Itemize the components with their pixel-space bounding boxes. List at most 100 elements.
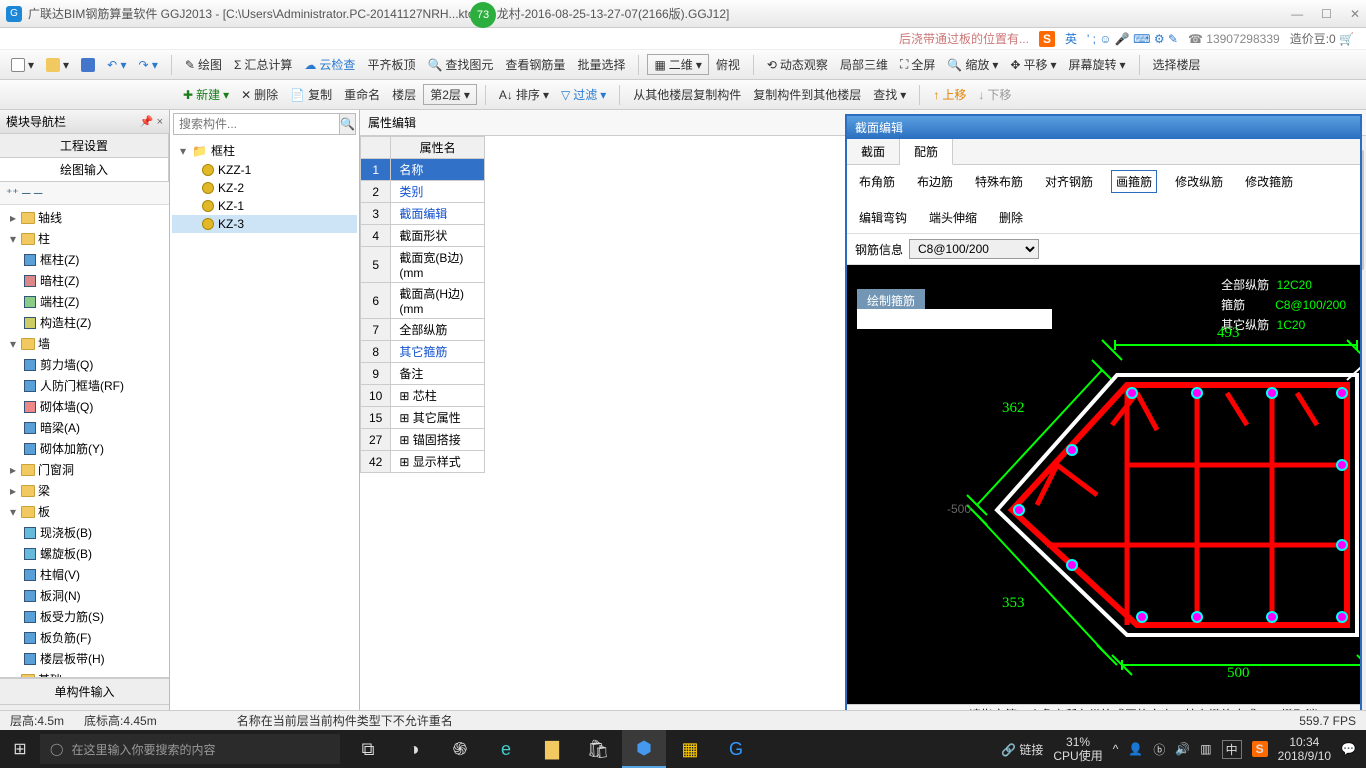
filter-button[interactable]: ▽ 过滤 ▾: [556, 84, 611, 105]
maximize-button[interactable]: ☐: [1321, 7, 1332, 21]
find-button[interactable]: 查找 ▾: [868, 84, 911, 105]
property-row[interactable]: 5截面宽(B边)(mm: [361, 247, 485, 283]
explorer-icon[interactable]: ▇: [530, 730, 574, 768]
dynamic-view-button[interactable]: ⟲ 动态观察: [762, 54, 833, 75]
tray-up-icon[interactable]: ^: [1113, 742, 1119, 756]
search-button[interactable]: 🔍: [339, 114, 355, 134]
property-row[interactable]: 2类别: [361, 181, 485, 203]
tree-item[interactable]: 板负筋(F): [0, 627, 169, 648]
close-button[interactable]: ✕: [1350, 7, 1360, 21]
property-row[interactable]: 7全部纵筋: [361, 319, 485, 341]
view-mode-select[interactable]: ▦ 二维 ▾: [647, 54, 708, 75]
component-item-selected[interactable]: KZ-3: [172, 215, 357, 233]
draw-button[interactable]: ✎ 绘图: [180, 54, 227, 75]
floor-select[interactable]: 第2层 ▾: [423, 84, 477, 105]
fullscreen-button[interactable]: ⛶ 全屏: [895, 54, 940, 75]
tree-item[interactable]: 剪力墙(Q): [0, 354, 169, 375]
rebar-tool-对齐钢筋[interactable]: 对齐钢筋: [1041, 171, 1097, 192]
sum-calc-button[interactable]: Σ 汇总计算: [229, 54, 297, 75]
app-icon-2[interactable]: ֍: [438, 730, 482, 768]
component-root[interactable]: ▾📁 框柱: [172, 140, 357, 161]
tree-item[interactable]: 端柱(Z): [0, 291, 169, 312]
tree-item[interactable]: 螺旋板(B): [0, 543, 169, 564]
property-row[interactable]: 6截面高(H边)(mm: [361, 283, 485, 319]
cloud-check-button[interactable]: ☁ 云检查: [299, 54, 360, 75]
open-file-button[interactable]: ▾: [41, 56, 74, 74]
local-3d-button[interactable]: 局部三维: [835, 54, 893, 75]
minimize-button[interactable]: ―: [1291, 7, 1303, 21]
rebar-tool-布角筋[interactable]: 布角筋: [855, 171, 899, 192]
select-floor-button[interactable]: 选择楼层: [1148, 54, 1206, 75]
tray-ime[interactable]: 中: [1222, 740, 1242, 759]
tree-item[interactable]: 暗梁(A): [0, 417, 169, 438]
sort-button[interactable]: A↓ 排序 ▾: [494, 84, 554, 105]
rename-button[interactable]: 重命名: [339, 84, 385, 105]
tree-group-beam[interactable]: ▸梁: [0, 480, 169, 501]
tray-notifications-icon[interactable]: 💬: [1341, 742, 1356, 756]
tree-group-foundation[interactable]: ▾基础: [0, 669, 169, 677]
tree-item[interactable]: 板受力筋(S): [0, 606, 169, 627]
move-down-button[interactable]: ↓ 下移: [973, 84, 1016, 105]
batch-select-button[interactable]: 批量选择: [572, 54, 630, 75]
tray-battery-icon[interactable]: ▥: [1200, 742, 1211, 756]
find-graph-button[interactable]: 🔍 查找图元: [422, 54, 498, 75]
tree-group-opening[interactable]: ▸门窗洞: [0, 459, 169, 480]
app-icon-1[interactable]: ◑: [392, 730, 436, 768]
component-item[interactable]: KZ-2: [172, 179, 357, 197]
rebar-tool-编辑弯钩[interactable]: 编辑弯钩: [855, 207, 911, 228]
tray-volume-icon[interactable]: 🔊: [1175, 742, 1190, 756]
redo-button[interactable]: ↷ ▾: [133, 56, 162, 74]
pan-button[interactable]: ✥ 平移 ▾: [1005, 54, 1061, 75]
tray-clock[interactable]: 10:342018/9/10: [1278, 735, 1331, 763]
rebar-tool-修改箍筋[interactable]: 修改箍筋: [1241, 171, 1297, 192]
property-row[interactable]: 4截面形状: [361, 225, 485, 247]
tree-item[interactable]: 构造柱(Z): [0, 312, 169, 333]
taskbar-search[interactable]: ◯ 在这里输入你要搜索的内容: [40, 734, 340, 764]
rebar-tool-端头伸缩[interactable]: 端头伸缩: [925, 207, 981, 228]
tab-single-component[interactable]: 单构件输入: [0, 678, 169, 704]
property-row[interactable]: 42⊞ 显示样式: [361, 451, 485, 473]
tab-rebar[interactable]: 配筋: [900, 139, 953, 165]
copy-to-floor-button[interactable]: 复制构件到其他楼层: [748, 84, 866, 105]
tray-sogou-icon[interactable]: S: [1252, 741, 1268, 757]
tree-item[interactable]: 砌体加筋(Y): [0, 438, 169, 459]
tree-group-slab[interactable]: ▾板: [0, 501, 169, 522]
tree-item[interactable]: 楼层板带(H): [0, 648, 169, 669]
view-steel-button[interactable]: 查看钢筋量: [500, 54, 570, 75]
property-row[interactable]: 10⊞ 芯柱: [361, 385, 485, 407]
edge-icon[interactable]: e: [484, 730, 528, 768]
app-g-icon[interactable]: G: [714, 730, 758, 768]
delete-button[interactable]: ✕ 删除: [236, 84, 283, 105]
save-button[interactable]: [76, 56, 100, 74]
property-row[interactable]: 27⊞ 锚固搭接: [361, 429, 485, 451]
ime-lang[interactable]: 英: [1065, 30, 1077, 47]
new-file-button[interactable]: ▾: [6, 56, 39, 74]
rebar-tool-删除[interactable]: 删除: [995, 207, 1027, 228]
tree-item[interactable]: 现浇板(B): [0, 522, 169, 543]
tab-draw-input[interactable]: 绘图输入: [0, 158, 169, 181]
undo-button[interactable]: ↶ ▾: [102, 56, 131, 74]
property-row[interactable]: 8其它箍筋: [361, 341, 485, 363]
zoom-button[interactable]: 🔍 缩放 ▾: [942, 54, 1003, 75]
component-item[interactable]: KZ-1: [172, 197, 357, 215]
screen-rotate-button[interactable]: 屏幕旋转 ▾: [1063, 54, 1130, 75]
tree-group-wall[interactable]: ▾墙: [0, 333, 169, 354]
start-button[interactable]: ⊞: [0, 739, 40, 759]
rebar-tool-画箍筋[interactable]: 画箍筋: [1111, 170, 1157, 193]
search-input[interactable]: [174, 114, 339, 134]
sogou-ime-icon[interactable]: S: [1039, 31, 1055, 47]
rebar-tool-修改纵筋[interactable]: 修改纵筋: [1171, 171, 1227, 192]
task-view-icon[interactable]: ⧉: [346, 730, 390, 768]
bird-view-button[interactable]: 俯视: [711, 54, 745, 75]
section-canvas[interactable]: 绘制箍筋 全部纵筋 12C20 箍筋 C8@100/200 其它纵筋 1C20: [847, 265, 1360, 724]
tree-item[interactable]: 砌体墙(Q): [0, 396, 169, 417]
tree-item[interactable]: 板洞(N): [0, 585, 169, 606]
nav-mode-icons[interactable]: ⁺⁺ ─ ─: [0, 182, 169, 205]
copy-from-floor-button[interactable]: 从其他楼层复制构件: [628, 84, 746, 105]
pin-icon[interactable]: 📌 ×: [140, 115, 163, 128]
tree-item[interactable]: 柱帽(V): [0, 564, 169, 585]
app-note-icon[interactable]: ▦: [668, 730, 712, 768]
app-ggj-icon[interactable]: ⬢: [622, 730, 666, 768]
property-row[interactable]: 9备注: [361, 363, 485, 385]
property-row[interactable]: 1名称: [361, 159, 485, 181]
